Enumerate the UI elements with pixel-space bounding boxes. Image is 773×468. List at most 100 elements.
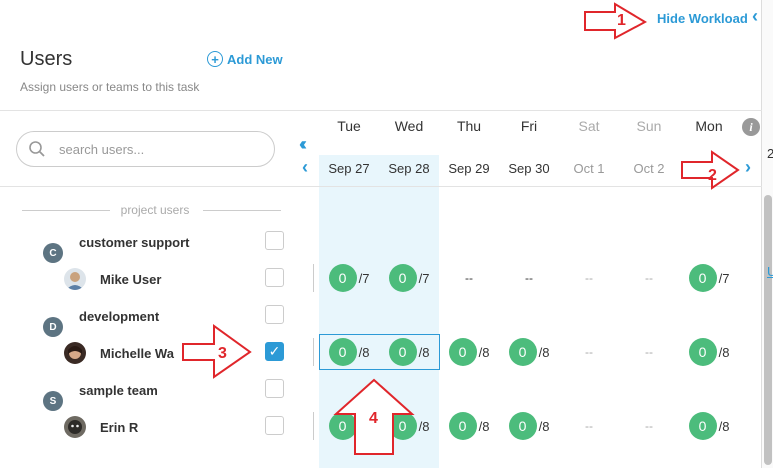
row-divider	[313, 338, 314, 366]
user-label: Michelle Wa	[100, 346, 174, 361]
workload-cell[interactable]: 0/8	[499, 412, 559, 440]
row-divider	[313, 412, 314, 440]
jump-back-icon[interactable]: ‹‹	[299, 134, 307, 155]
capacity-label: /8	[538, 418, 550, 434]
no-workload: --	[645, 345, 653, 359]
header-divider	[0, 186, 762, 187]
workload-cell[interactable]: 0/8	[379, 412, 439, 440]
day-name-0: Tue	[337, 118, 361, 134]
workload-cell[interactable]: --	[499, 264, 559, 292]
capacity-label: /7	[358, 270, 370, 286]
divider	[0, 110, 762, 111]
background-page-edge	[762, 0, 773, 468]
workload-cell[interactable]: --	[559, 264, 619, 292]
hours-badge: 0	[508, 412, 537, 440]
day-name-3: Fri	[520, 118, 538, 134]
no-workload: --	[585, 419, 593, 433]
info-icon[interactable]: i	[742, 118, 760, 136]
workload-cell[interactable]: 0/7	[679, 264, 739, 292]
edge-fragment-2: 2	[767, 146, 773, 161]
day-name-4: Sat	[578, 118, 600, 134]
workload-cell[interactable]: --	[559, 412, 619, 440]
selected-date-range[interactable]	[319, 334, 440, 370]
workload-cell[interactable]: --	[559, 338, 619, 366]
team-label: development	[79, 309, 160, 324]
user-label: Mike User	[100, 272, 162, 287]
user-label: Erin R	[100, 420, 139, 435]
add-new-button[interactable]: + Add New	[207, 51, 283, 67]
capacity-label: /8	[478, 344, 490, 360]
row-divider	[313, 264, 314, 292]
search-input[interactable]	[57, 140, 247, 158]
search-field[interactable]	[16, 131, 275, 167]
team-badge: D	[43, 317, 63, 337]
avatar	[64, 342, 86, 364]
workload-cell[interactable]: --	[619, 264, 679, 292]
workload-cell[interactable]: 0/8	[499, 338, 559, 366]
day-date-1: Sep 28	[388, 161, 430, 176]
checkbox[interactable]	[265, 231, 284, 250]
hours-badge: 0	[688, 412, 717, 440]
section-line-left	[22, 210, 110, 211]
capacity-label: /8	[418, 418, 430, 434]
day-name-2: Thu	[456, 118, 482, 134]
checkbox[interactable]	[265, 379, 284, 398]
workload-cell[interactable]: 0/8	[679, 412, 739, 440]
no-workload: --	[585, 345, 593, 359]
workload-cell[interactable]: --	[439, 264, 499, 292]
day-name-6: Mon	[695, 118, 723, 134]
edge-fragment-u: U	[767, 264, 773, 279]
avatar	[64, 416, 86, 438]
workload-cell[interactable]: --	[619, 338, 679, 366]
workload-cell[interactable]: 0/8	[439, 412, 499, 440]
day-date-2: Sep 29	[448, 161, 490, 176]
day-name-1: Wed	[394, 118, 424, 134]
day-date-3: Sep 30	[508, 161, 550, 176]
workload-cell[interactable]: 0/8	[319, 412, 379, 440]
capacity-label: /8	[538, 344, 550, 360]
capacity-label: /8	[718, 344, 730, 360]
workload-panel: Hide Workload ‹ Users Assign users or te…	[0, 0, 762, 468]
capacity-label: /8	[358, 418, 370, 434]
hours-badge: 0	[388, 264, 417, 292]
checkbox[interactable]	[265, 305, 284, 324]
day-date-0: Sep 27	[328, 161, 370, 176]
collapse-chevron-icon[interactable]: ‹	[752, 6, 758, 27]
hours-badge: 0	[388, 412, 417, 440]
section-label: project users	[120, 203, 190, 217]
team-label: customer support	[79, 235, 190, 250]
page-title: Users	[20, 48, 73, 70]
no-workload: --	[465, 271, 473, 285]
day-name-5: Sun	[636, 118, 662, 134]
team-label: sample team	[79, 383, 158, 398]
capacity-label: /8	[478, 418, 490, 434]
capacity-label: /8	[718, 418, 730, 434]
hours-badge: 0	[328, 412, 357, 440]
scrollbar-thumb[interactable]	[764, 195, 772, 465]
team-badge: S	[43, 391, 63, 411]
prev-week-icon[interactable]: ‹	[302, 157, 308, 178]
workload-cell[interactable]: --	[619, 412, 679, 440]
day-date-4: Oct 1	[573, 161, 605, 176]
checkbox[interactable]	[265, 416, 284, 435]
search-icon	[29, 141, 45, 157]
avatar	[64, 268, 86, 290]
workload-cell[interactable]: 0/7	[319, 264, 379, 292]
capacity-label: /7	[718, 270, 730, 286]
next-week-icon[interactable]: ›	[745, 157, 751, 178]
workload-cell[interactable]: 0/7	[379, 264, 439, 292]
checkbox-checked[interactable]: ✓	[265, 342, 284, 361]
workload-cell[interactable]: 0/8	[439, 338, 499, 366]
hours-badge: 0	[328, 264, 357, 292]
workload-cell[interactable]: 0/8	[679, 338, 739, 366]
no-workload: --	[645, 271, 653, 285]
no-workload: --	[585, 271, 593, 285]
capacity-label: /7	[418, 270, 430, 286]
hours-badge: 0	[688, 338, 717, 366]
no-workload: --	[525, 271, 533, 285]
hide-workload-link[interactable]: Hide Workload	[657, 11, 748, 26]
plus-circle-icon: +	[207, 51, 223, 67]
day-date-5: Oct 2	[633, 161, 665, 176]
checkbox[interactable]	[265, 268, 284, 287]
hours-badge: 0	[688, 264, 717, 292]
